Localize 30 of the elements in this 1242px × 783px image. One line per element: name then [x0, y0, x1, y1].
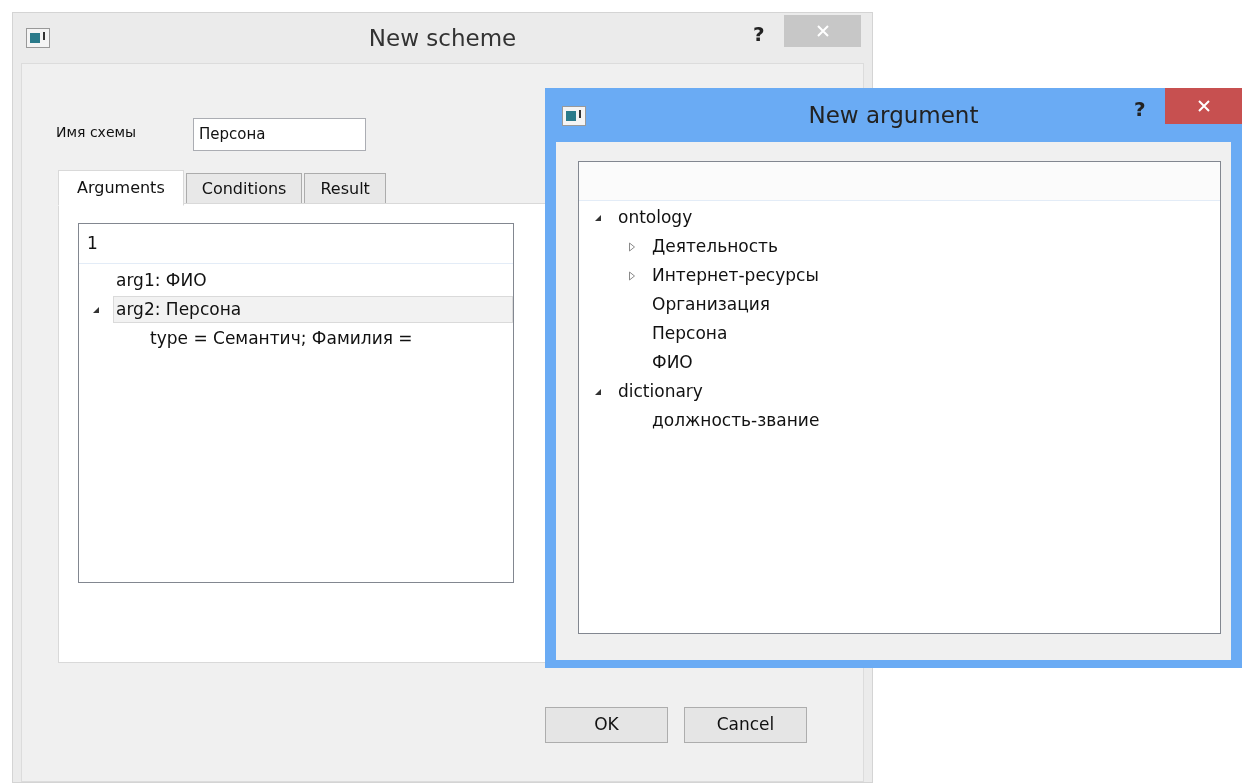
tree-item[interactable]: Персона [649, 320, 1220, 347]
expand-arrow-icon[interactable] [627, 270, 637, 281]
tree-item[interactable]: arg2: Персона [113, 296, 513, 323]
tab[interactable]: Arguments [58, 170, 184, 206]
window-title: New scheme [368, 23, 517, 53]
tree-item[interactable]: ФИО [649, 349, 1220, 376]
name-field[interactable]: Персона [193, 118, 366, 151]
tree-item[interactable]: Организация [649, 291, 1220, 318]
tree-item[interactable]: Интернет-ресурсы [649, 262, 1220, 289]
column-header: 1 [79, 224, 513, 264]
tab[interactable]: Result [304, 173, 386, 205]
tab[interactable]: Conditions [185, 173, 303, 205]
window-title: New argument [808, 100, 979, 130]
tree-item[interactable]: Деятельность [649, 233, 1220, 260]
cancel-button[interactable]: Cancel [684, 707, 807, 743]
tree-item[interactable]: type = Семантич; Фамилия = [147, 325, 513, 352]
tree-item[interactable]: dictionary [615, 378, 1220, 405]
expand-arrow-icon[interactable] [627, 241, 637, 252]
close-icon [815, 24, 830, 38]
help-button[interactable]: ? [753, 19, 765, 49]
close-button[interactable] [1165, 88, 1242, 124]
help-button[interactable]: ? [1134, 94, 1146, 124]
ok-button[interactable]: OK [545, 707, 668, 743]
field-label: Имя схемы [56, 123, 137, 142]
tree-item[interactable]: должность-звание [649, 407, 1220, 434]
app-icon [562, 106, 586, 126]
tree-item[interactable]: arg1: ФИО [113, 267, 513, 294]
app-icon [26, 28, 50, 48]
close-icon [1196, 99, 1211, 113]
tree-item[interactable]: ontology [615, 204, 1220, 231]
